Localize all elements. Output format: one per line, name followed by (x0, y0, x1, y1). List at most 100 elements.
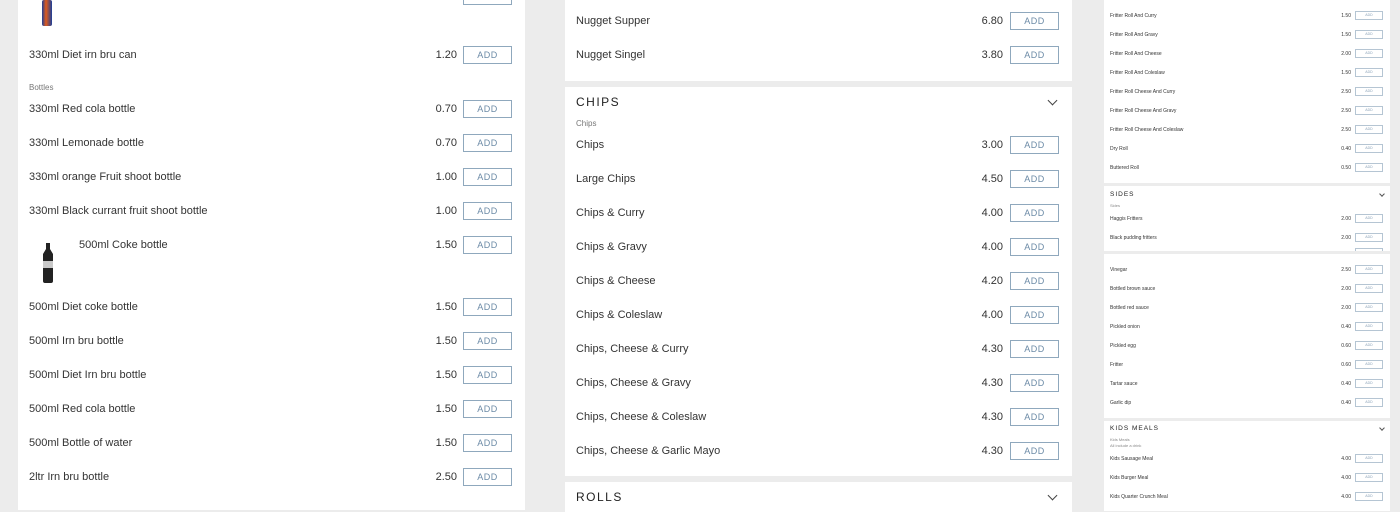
add-button[interactable]: ADD (1010, 238, 1059, 256)
add-button[interactable]: ADD (1355, 11, 1383, 20)
add-button[interactable]: ADD (463, 434, 512, 452)
add-button[interactable]: ADD (463, 332, 512, 350)
item-price: 2.00 (1341, 216, 1351, 222)
section-title: ROLLS (576, 490, 623, 504)
add-button[interactable]: ADD (1355, 233, 1383, 242)
item-name: Nugget Supper (576, 15, 650, 27)
item-name: 330ml Red cola bottle (29, 103, 136, 115)
add-button[interactable]: ADD (463, 468, 512, 486)
add-button[interactable]: ADD (463, 100, 512, 118)
add-button[interactable] (463, 0, 512, 5)
add-button[interactable]: ADD (1355, 144, 1383, 153)
add-button[interactable]: ADD (463, 168, 512, 186)
add-button[interactable]: ADD (1010, 374, 1059, 392)
add-button[interactable]: ADD (463, 46, 512, 64)
add-button[interactable]: ADD (1355, 284, 1383, 293)
item-price: 0.40 (1341, 381, 1351, 387)
add-button[interactable]: ADD (1010, 272, 1059, 290)
add-button[interactable] (1355, 248, 1383, 251)
item-name: 330ml orange Fruit shoot bottle (29, 171, 182, 183)
item-name: Chips & Cheese (576, 275, 656, 287)
subsection-label: Kids Meals (1110, 437, 1130, 442)
item-name: Black pudding fritters (1110, 235, 1157, 241)
chevron-down-icon[interactable] (1047, 95, 1058, 106)
add-button[interactable]: ADD (463, 202, 512, 220)
section-title: KIDS MEALS (1110, 425, 1160, 432)
item-name: Pickled egg (1110, 343, 1136, 349)
item-name: Bottled red sauce (1110, 305, 1149, 311)
add-button[interactable]: ADD (463, 236, 512, 254)
add-button[interactable]: ADD (1355, 379, 1383, 388)
item-price: 4.20 (981, 275, 1003, 287)
add-button[interactable]: ADD (1010, 442, 1059, 460)
item-price: 1.50 (435, 335, 457, 347)
item-price: 2.00 (1341, 235, 1351, 241)
item-price: 1.50 (435, 239, 457, 251)
add-button[interactable]: ADD (1010, 12, 1059, 30)
item-price: 4.00 (1341, 475, 1351, 481)
item-price: 0.50 (1341, 165, 1351, 171)
item-price: 0.70 (435, 137, 457, 149)
item-name: Pickled onion (1110, 324, 1140, 330)
add-button[interactable]: ADD (463, 298, 512, 316)
add-button[interactable]: ADD (1355, 398, 1383, 407)
item-price: 4.30 (981, 445, 1003, 457)
item-price: 3.00 (981, 139, 1003, 151)
chevron-down-icon[interactable] (1047, 490, 1058, 501)
item-price: 1.50 (1341, 13, 1351, 19)
item-name: Fritter Roll Cheese And Curry (1110, 89, 1176, 95)
item-price: 4.00 (981, 207, 1003, 219)
item-name: Kids Quarter Crunch Meal (1110, 494, 1168, 500)
add-button[interactable]: ADD (463, 366, 512, 384)
add-button[interactable]: ADD (1010, 408, 1059, 426)
item-name: 500ml Diet Irn bru bottle (29, 369, 147, 381)
add-button[interactable]: ADD (1010, 170, 1059, 188)
item-name: Fritter Roll And Coleslaw (1110, 70, 1165, 76)
add-button[interactable]: ADD (1355, 303, 1383, 312)
add-button[interactable]: ADD (1010, 136, 1059, 154)
add-button[interactable]: ADD (1355, 163, 1383, 172)
extras-panel: Vinegar 2.50 ADD Bottled brown sauce 2.00 ADD… (1104, 254, 1390, 418)
item-name: 500ml Coke bottle (79, 239, 168, 251)
add-button[interactable]: ADD (1355, 214, 1383, 223)
chevron-down-icon[interactable] (1379, 425, 1385, 431)
item-name: Vinegar (1110, 267, 1128, 273)
add-button[interactable]: ADD (1010, 46, 1059, 64)
add-button[interactable]: ADD (1355, 341, 1383, 350)
item-name: Chips (576, 139, 605, 151)
add-button[interactable]: ADD (1355, 265, 1383, 274)
add-button[interactable]: ADD (1355, 125, 1383, 134)
add-button[interactable]: ADD (1355, 49, 1383, 58)
add-button[interactable]: ADD (1355, 87, 1383, 96)
section-title: SIDES (1110, 191, 1135, 198)
add-button[interactable]: ADD (1355, 322, 1383, 331)
add-button[interactable]: ADD (1010, 340, 1059, 358)
item-name: Garlic dip (1110, 400, 1132, 406)
add-button[interactable]: ADD (1010, 204, 1059, 222)
item-name: Chips & Curry (576, 207, 645, 219)
item-price: 4.00 (981, 241, 1003, 253)
item-name: Chips & Coleslaw (576, 309, 663, 321)
add-button[interactable]: ADD (1010, 306, 1059, 324)
add-button[interactable]: ADD (463, 400, 512, 418)
add-button[interactable]: ADD (1355, 106, 1383, 115)
item-price: 1.20 (435, 49, 457, 61)
item-price: 1.50 (435, 369, 457, 381)
item-price: 1.50 (1341, 32, 1351, 38)
add-button[interactable]: ADD (1355, 360, 1383, 369)
add-button[interactable]: ADD (1355, 68, 1383, 77)
item-price: 4.30 (981, 411, 1003, 423)
add-button[interactable]: ADD (1355, 473, 1383, 482)
item-name: Bottled brown sauce (1110, 286, 1156, 292)
chevron-down-icon[interactable] (1379, 191, 1385, 197)
item-price: 0.60 (1341, 343, 1351, 349)
add-button[interactable]: ADD (1355, 30, 1383, 39)
item-price: 4.50 (981, 173, 1003, 185)
item-name: Tartar sauce (1110, 381, 1138, 387)
item-name: Chips, Cheese & Coleslaw (576, 411, 707, 423)
item-price: 0.40 (1341, 324, 1351, 330)
add-button[interactable]: ADD (463, 134, 512, 152)
item-name: 500ml Bottle of water (29, 437, 133, 449)
add-button[interactable]: ADD (1355, 454, 1383, 463)
rolls-list-panel: Fritter Roll And Curry 1.50 ADD Fritter Rol… (1104, 0, 1390, 183)
